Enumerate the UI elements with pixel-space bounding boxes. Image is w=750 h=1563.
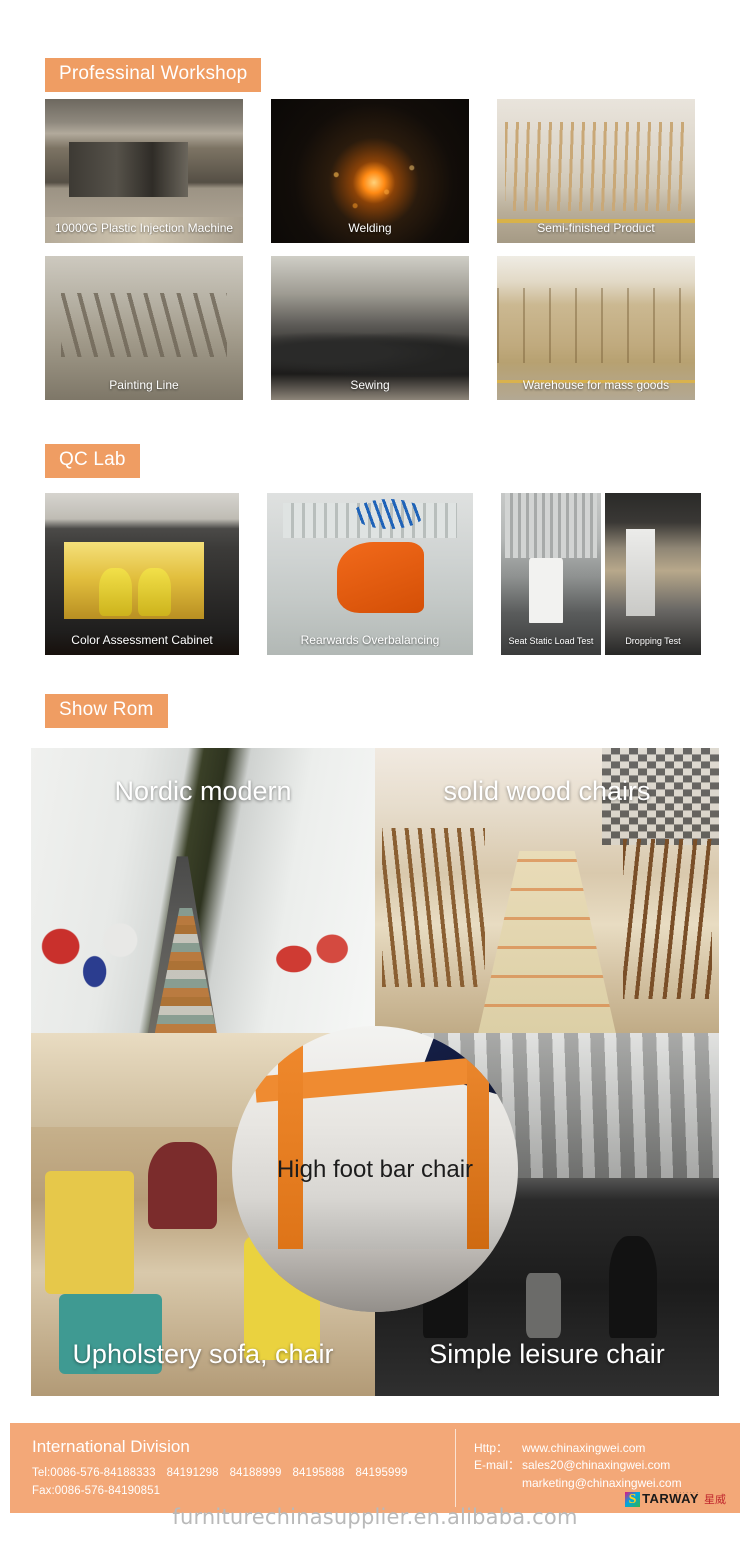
tile-caption: Rearwards Overbalancing	[300, 632, 440, 647]
footer-http-row: Http： www.chinaxingwei.com	[474, 1440, 740, 1457]
workshop-tile-warehouse[interactable]: Warehouse for mass goods	[497, 256, 695, 400]
showroom-label: Nordic modern	[114, 776, 292, 806]
tile-caption: Sewing	[350, 377, 390, 392]
showroom-cell-nordic-modern[interactable]: Nordic modern	[31, 748, 375, 1033]
email-address-sales[interactable]: sales20@chinaxingwei.com	[522, 1457, 670, 1474]
showroom-label: solid wood chairs	[443, 776, 651, 806]
showroom-heading-row: Show Rom	[0, 694, 168, 728]
workshop-tile-injection-machine[interactable]: 10000G Plastic Injection Machine	[45, 99, 243, 243]
qclab-row: Color Assessment Cabinet Rearwards Overb…	[0, 493, 746, 655]
qc-tile-pair: Seat Static Load Test Dropping Test	[501, 493, 701, 655]
showroom-label: High foot bar chair	[276, 1156, 474, 1183]
international-division-title: International Division	[32, 1437, 190, 1456]
footer-left-column: International Division Tel:0086-576-8418…	[10, 1423, 455, 1513]
showroom-cell-solid-wood-chairs[interactable]: solid wood chairs	[375, 748, 719, 1033]
tile-caption: Color Assessment Cabinet	[71, 632, 213, 647]
tel-number-5: 84195999	[355, 1467, 408, 1480]
email-label: E-mail：	[474, 1458, 521, 1473]
section-heading-show-room: Show Rom	[45, 694, 168, 728]
tile-caption: Dropping Test	[625, 636, 681, 647]
tel-number-main: Tel:0086-576-84188333	[32, 1467, 156, 1480]
company-profile-page: Professinal Workshop 10000G Plastic Inje…	[0, 0, 750, 1563]
qc-tile-rearwards-overbalancing[interactable]: Rearwards Overbalancing	[267, 493, 473, 655]
http-label: Http：	[474, 1441, 509, 1455]
section-heading-workshop: Professinal Workshop	[45, 58, 262, 92]
alibaba-watermark: furniturechinasupplier.en.alibaba.com	[172, 1505, 578, 1529]
photo-color-assessment-cabinet	[45, 493, 239, 655]
footer-contact-bar: International Division Tel:0086-576-8418…	[10, 1423, 740, 1513]
tile-caption: Seat Static Load Test	[508, 636, 594, 647]
tile-caption: 10000G Plastic Injection Machine	[54, 220, 234, 235]
footer-tel-line: Tel:0086-576-84188333 84191298 84188999 841…	[32, 1465, 455, 1483]
photo-rearwards-overbalancing	[267, 493, 473, 655]
footer-right-column: Http： www.chinaxingwei.com E-mail： sales…	[456, 1423, 740, 1513]
tile-caption: Semi-finished Product	[537, 220, 655, 235]
workshop-heading-row: Professinal Workshop	[0, 58, 262, 92]
tile-caption: Warehouse for mass goods	[522, 377, 670, 392]
showroom-gallery: Nordic modern solid wood chairs Upholste…	[31, 748, 719, 1396]
section-heading-qc-lab: QC Lab	[45, 444, 140, 478]
qc-tile-dropping-test[interactable]: Dropping Test	[605, 493, 701, 655]
workshop-row-1: 10000G Plastic Injection Machine Welding…	[0, 99, 740, 243]
tel-number-2: 84191298	[166, 1467, 219, 1480]
workshop-tile-welding[interactable]: Welding	[271, 99, 469, 243]
tile-caption: Painting Line	[109, 377, 179, 392]
showroom-cell-high-foot-bar-chair[interactable]: High foot bar chair	[232, 1026, 518, 1312]
showroom-label: Simple leisure chair	[429, 1339, 665, 1369]
tel-number-4: 84195888	[292, 1467, 345, 1480]
tel-number-3: 84188999	[229, 1467, 282, 1480]
tile-caption: Welding	[348, 220, 392, 235]
photo-dropping-test	[605, 493, 701, 655]
footer-fax-line: Fax:0086-576-84190851	[32, 1485, 161, 1498]
footer-email-row: E-mail： sales20@chinaxingwei.com	[474, 1457, 740, 1474]
tel-extra-numbers: 84191298 84188999 84195888 84195999	[156, 1467, 408, 1479]
workshop-tile-painting-line[interactable]: Painting Line	[45, 256, 243, 400]
qc-tile-color-assessment-cabinet[interactable]: Color Assessment Cabinet	[45, 493, 239, 655]
photo-seat-static-load-test	[501, 493, 601, 655]
qclab-heading-row: QC Lab	[0, 444, 140, 478]
workshop-tile-semi-finished-product[interactable]: Semi-finished Product	[497, 99, 695, 243]
workshop-row-2: Painting Line Sewing Warehouse for mass …	[0, 256, 740, 400]
workshop-tile-sewing[interactable]: Sewing	[271, 256, 469, 400]
showroom-label: Upholstery sofa, chair	[72, 1339, 334, 1369]
website-url[interactable]: www.chinaxingwei.com	[522, 1440, 645, 1457]
qc-tile-seat-static-load-test[interactable]: Seat Static Load Test	[501, 493, 601, 655]
